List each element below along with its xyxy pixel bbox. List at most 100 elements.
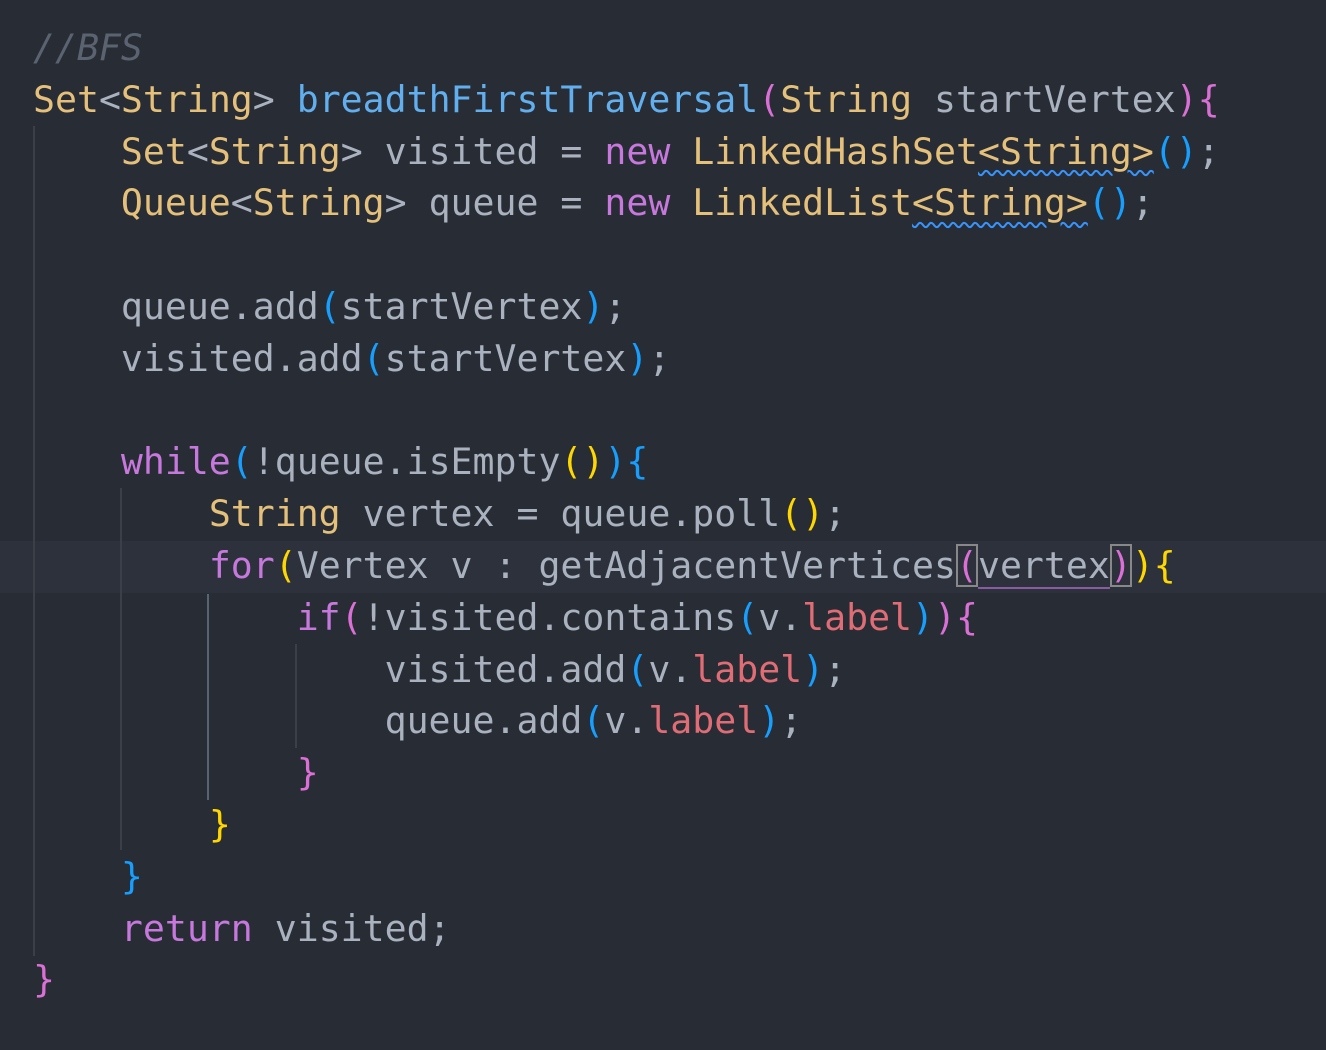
code-line[interactable]: while(!queue.isEmpty()){: [0, 436, 1326, 488]
code-line-text: }: [33, 747, 319, 799]
code-token: ): [582, 285, 605, 328]
code-token: (: [758, 77, 781, 121]
code-token: startVertex: [384, 336, 627, 380]
code-line-text: visited.add(startVertex);: [33, 333, 670, 385]
code-token: ): [912, 595, 935, 639]
code-token: (): [780, 492, 825, 536]
code-line[interactable]: String vertex = queue.poll();: [0, 488, 1326, 540]
code-token: LinkedHashSet: [692, 129, 978, 173]
code-line[interactable]: [0, 229, 1326, 281]
code-line[interactable]: Set<String> visited = new LinkedHashSet<…: [0, 126, 1326, 178]
code-line[interactable]: }: [0, 851, 1326, 903]
code-line[interactable]: }: [0, 954, 1326, 1006]
code-token: }: [120, 854, 143, 898]
code-token: Set: [33, 77, 99, 121]
code-token: vertex: [977, 544, 1110, 589]
code-token: ;: [780, 699, 803, 743]
code-token: new: [604, 129, 671, 173]
code-token: <: [230, 181, 253, 225]
code-line-text: }: [33, 799, 231, 851]
code-token: v.: [648, 647, 693, 691]
code-token: queue.add: [384, 699, 583, 743]
code-token: queue.add: [120, 285, 319, 328]
code-token: ): [1131, 544, 1154, 587]
code-token: v.: [604, 699, 649, 743]
code-token: //BFS: [33, 26, 143, 69]
code-token: Vertex v : getAdjacentVertices: [296, 544, 956, 587]
code-token: <String>: [912, 181, 1088, 225]
code-token: (: [736, 595, 759, 639]
code-editor[interactable]: //BFS Set<String> breadthFirstTraversal(S…: [0, 0, 1326, 1050]
code-token: ){: [604, 440, 649, 484]
code-line-text: Set<String> visited = new LinkedHashSet<…: [33, 126, 1220, 178]
code-line[interactable]: queue.add(startVertex);: [0, 281, 1326, 333]
code-line-text: Set<String> breadthFirstTraversal(String…: [33, 74, 1220, 126]
code-token: ): [626, 336, 649, 380]
code-line[interactable]: return visited;: [0, 903, 1326, 955]
code-line[interactable]: //BFS: [0, 22, 1326, 74]
code-token: visited;: [252, 906, 451, 950]
code-token: vertex = queue.poll: [340, 492, 781, 536]
code-token: !queue.isEmpty: [252, 440, 561, 484]
code-line[interactable]: Set<String> breadthFirstTraversal(String…: [0, 74, 1326, 126]
code-token: ){: [1175, 77, 1220, 121]
code-token: > queue =: [384, 181, 605, 225]
code-token: new: [604, 181, 671, 225]
code-token: Set: [120, 129, 187, 173]
code-token: visited.add: [120, 336, 363, 380]
code-line-text: for(Vertex v : getAdjacentVertices(verte…: [33, 540, 1176, 592]
code-token: for: [208, 544, 275, 587]
code-token: (: [274, 544, 297, 587]
code-token: }: [296, 751, 319, 795]
code-token: startVertex: [340, 285, 583, 328]
code-line[interactable]: if(!visited.contains(v.label)){: [0, 592, 1326, 644]
code-token: label: [648, 699, 759, 743]
code-token: Queue: [120, 181, 231, 225]
code-line[interactable]: queue.add(v.label);: [0, 695, 1326, 747]
code-token: (: [340, 595, 363, 639]
code-token: }: [208, 803, 231, 846]
code-line-text: return visited;: [33, 903, 451, 955]
code-line-text: String vertex = queue.poll();: [33, 488, 846, 540]
code-token: (: [362, 336, 385, 380]
code-line-text: }: [33, 851, 143, 903]
code-token: visited.add: [384, 647, 627, 691]
code-line[interactable]: for(Vertex v : getAdjacentVertices(verte…: [0, 540, 1326, 592]
code-token: ;: [648, 336, 671, 380]
code-token: (: [955, 544, 978, 587]
code-line-text: if(!visited.contains(v.label)){: [33, 592, 978, 644]
code-line[interactable]: }: [0, 799, 1326, 851]
code-line-text: Queue<String> queue = new LinkedList<Str…: [33, 177, 1154, 229]
code-token: (: [582, 699, 605, 743]
code-token: startVertex: [912, 77, 1176, 121]
code-line[interactable]: visited.add(startVertex);: [0, 333, 1326, 385]
code-line[interactable]: visited.add(v.label);: [0, 644, 1326, 696]
code-line-text: while(!queue.isEmpty()){: [33, 436, 648, 488]
code-token: String: [120, 77, 253, 121]
code-line[interactable]: [0, 385, 1326, 437]
code-line[interactable]: }: [0, 747, 1326, 799]
code-token: }: [33, 958, 55, 1002]
code-line-text: }: [33, 954, 55, 1006]
code-token: (: [626, 647, 649, 691]
code-line[interactable]: Queue<String> queue = new LinkedList<Str…: [0, 177, 1326, 229]
code-token: String: [208, 492, 341, 536]
code-token: <String>: [978, 129, 1154, 173]
code-token: ;: [1197, 129, 1220, 173]
code-token: ;: [604, 285, 627, 328]
code-token: ;: [1131, 181, 1154, 225]
code-token: >: [252, 77, 297, 121]
